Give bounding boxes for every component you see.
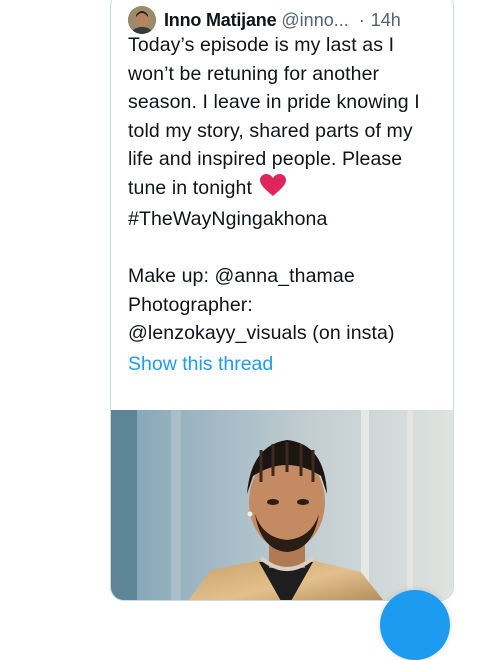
credit-line: Make up: @anna_thamae <box>128 265 355 287</box>
tweet-photo[interactable] <box>111 410 453 600</box>
tweet-text-line: tune in tonight <box>128 176 253 199</box>
author-handle[interactable]: @inno... <box>281 10 348 31</box>
author-name[interactable]: Inno Matijane <box>164 10 277 31</box>
avatar[interactable] <box>128 6 156 34</box>
credit-line: Photographer: <box>128 293 253 316</box>
hashtag-link[interactable]: #TheWayNgingakhona <box>128 205 448 234</box>
tweet-text-line: season. I leave in pride knowing I <box>128 91 420 113</box>
show-thread-link[interactable]: Show this thread <box>128 350 273 378</box>
heart-icon <box>259 173 286 206</box>
tweet-text-line: Today’s episode is my last as I <box>128 34 395 56</box>
tweet-text-line: won’t be retuning for another <box>128 62 380 85</box>
tweet-text-line-with-heart: tune in tonight <box>128 173 448 206</box>
tweet-text-line: told my story, shared parts of my <box>128 119 413 142</box>
tweet-text-line: life and inspired people. Please <box>128 148 403 170</box>
dot-separator: · <box>358 9 365 30</box>
tweet-timestamp[interactable]: 14h <box>371 10 401 31</box>
tweet-card[interactable]: Inno Matijane @inno... · 14h Today’s epi… <box>110 0 454 601</box>
credit-line: @lenzokayy_visuals (on insta) <box>128 322 395 344</box>
compose-button[interactable] <box>380 590 450 660</box>
tweet-text: Today’s episode is my last as I won’t be… <box>128 31 448 348</box>
